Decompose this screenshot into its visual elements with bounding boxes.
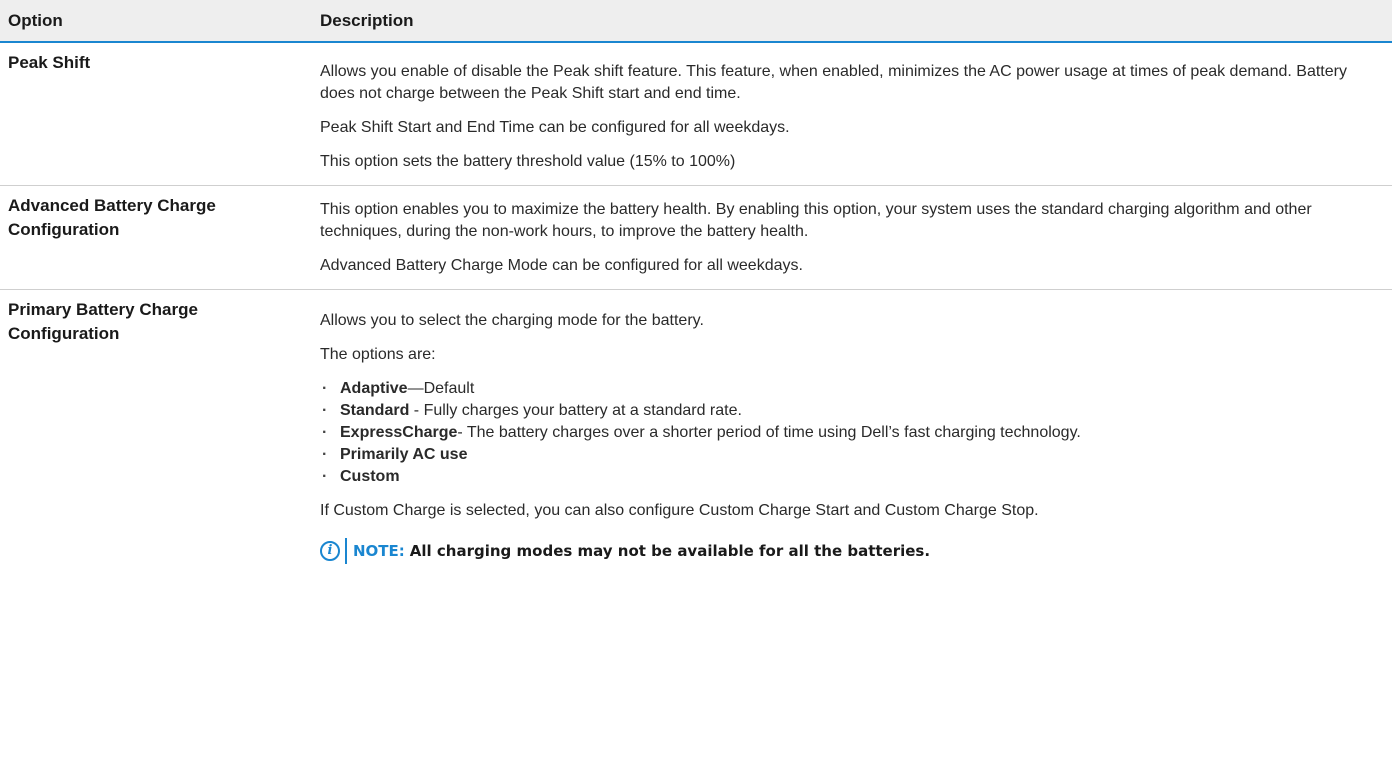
list-item: ExpressCharge- The battery charges over … [320,422,1372,444]
option-peak-shift: Peak Shift [8,53,91,72]
charge-mode-list: Adaptive—Default Standard - Fully charge… [320,378,1372,488]
note-label: NOTE: [353,542,405,560]
table-row: Primary Battery Charge Configuration All… [0,290,1392,564]
description-peak-shift: Allows you enable of disable the Peak sh… [312,51,1392,185]
note-divider [345,538,347,564]
table-row: Peak Shift Allows you enable of disable … [0,43,1392,186]
info-icon: i [320,541,340,561]
description-paragraph: This option enables you to maximize the … [320,201,1312,240]
description-paragraph: Allows you enable of disable the Peak sh… [320,63,1347,102]
settings-table: Option Description Peak Shift Allows you… [0,0,1392,564]
note-text: All charging modes may not be available … [409,542,931,560]
header-option: Option [8,10,63,30]
mode-desc: - The battery charges over a shorter per… [457,424,1081,441]
list-item: Primarily AC use [320,444,1372,466]
mode-name: Standard [340,402,410,419]
description-paragraph: If Custom Charge is selected, you can al… [320,502,1039,519]
table-header: Option Description [0,0,1392,43]
header-description: Description [320,10,414,30]
options-label: The options are: [320,346,436,363]
list-item: Standard - Fully charges your battery at… [320,400,1372,422]
mode-name: Adaptive [340,380,408,397]
list-item: Custom [320,466,1372,488]
mode-desc: —Default [407,380,475,397]
table-row: Advanced Battery Charge Configuration Th… [0,186,1392,290]
mode-desc: - Fully charges your battery at a standa… [409,402,742,419]
mode-name: Custom [340,468,400,485]
mode-name: ExpressCharge [340,424,458,441]
description-paragraph: Peak Shift Start and End Time can be con… [320,119,790,136]
description-paragraph: This option sets the battery threshold v… [320,153,736,170]
list-item: Adaptive—Default [320,378,1372,400]
description-primary-battery-charge: Allows you to select the charging mode f… [312,298,1392,564]
description-advanced-battery-charge: This option enables you to maximize the … [312,194,1392,289]
description-paragraph: Allows you to select the charging mode f… [320,312,704,329]
option-advanced-battery-charge: Advanced Battery Charge Configuration [8,196,216,239]
mode-name: Primarily AC use [340,446,468,463]
option-primary-battery-charge: Primary Battery Charge Configuration [8,300,198,343]
description-paragraph: Advanced Battery Charge Mode can be conf… [320,257,803,274]
note-callout: i NOTE: All charging modes may not be av… [320,538,1372,564]
